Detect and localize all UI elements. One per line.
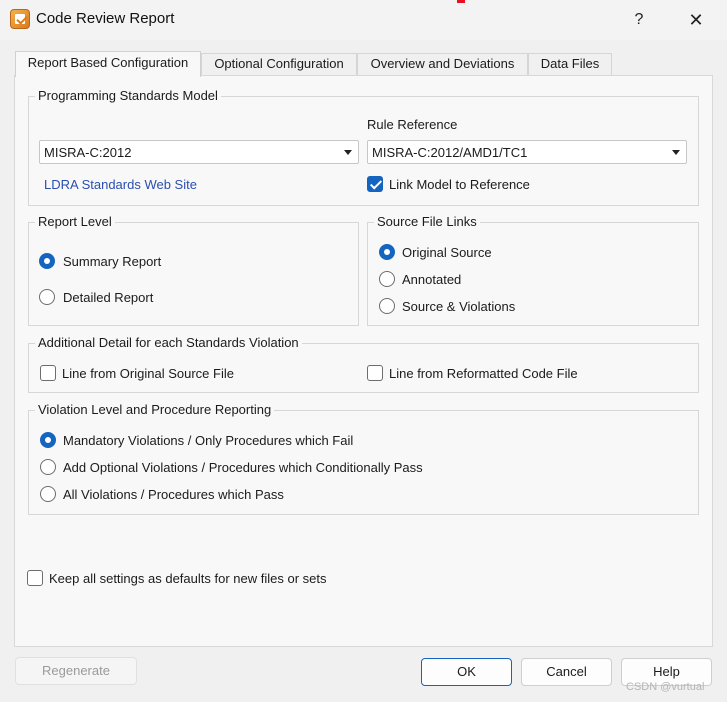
violation-level-group: Violation Level and Procedure Reporting … (28, 402, 699, 515)
rule-reference-label: Rule Reference (367, 117, 458, 132)
link-model-checkbox[interactable] (367, 176, 383, 192)
tab-report-based-configuration[interactable]: Report Based Configuration (15, 51, 201, 77)
app-icon (10, 9, 30, 29)
report-level-group: Report Level Summary Report Detailed Rep… (28, 214, 359, 326)
chevron-down-icon (344, 150, 352, 155)
group-title: Programming Standards Model (35, 88, 221, 103)
keep-defaults-checkbox[interactable] (27, 570, 43, 586)
cancel-button[interactable]: Cancel (521, 658, 612, 686)
decorative-marker (457, 0, 465, 3)
all-violations-label: All Violations / Procedures which Pass (63, 487, 284, 502)
link-model-label: Link Model to Reference (389, 177, 530, 192)
watermark-text: CSDN @vurtual (626, 681, 705, 693)
standards-model-select[interactable]: MISRA-C:2012 (39, 140, 359, 164)
tab-data-files[interactable]: Data Files (528, 53, 612, 75)
source-violations-radio[interactable] (379, 298, 395, 314)
group-title: Source File Links (374, 214, 480, 229)
group-title: Report Level (35, 214, 115, 229)
programming-standards-group: Programming Standards Model Rule Referen… (28, 88, 699, 206)
annotated-label: Annotated (402, 272, 462, 287)
optional-violations-radio[interactable] (40, 459, 56, 475)
rule-reference-value: MISRA-C:2012/AMD1/TC1 (372, 145, 528, 160)
window-title: Code Review Report (36, 10, 175, 27)
chevron-down-icon (672, 150, 680, 155)
original-source-line-label: Line from Original Source File (62, 366, 234, 381)
summary-report-radio[interactable] (39, 253, 55, 269)
detailed-report-radio[interactable] (39, 289, 55, 305)
ok-button[interactable]: OK (421, 658, 512, 686)
detailed-report-label: Detailed Report (63, 290, 154, 305)
reformatted-code-line-checkbox[interactable] (367, 365, 383, 381)
optional-violations-label: Add Optional Violations / Procedures whi… (63, 460, 423, 475)
group-title: Additional Detail for each Standards Vio… (35, 335, 302, 350)
original-source-line-checkbox[interactable] (40, 365, 56, 381)
source-violations-label: Source & Violations (402, 299, 516, 314)
close-icon-button[interactable]: ✕ (678, 6, 714, 34)
standards-model-value: MISRA-C:2012 (44, 145, 132, 160)
mandatory-violations-label: Mandatory Violations / Only Procedures w… (63, 433, 354, 448)
summary-report-label: Summary Report (63, 254, 162, 269)
tab-overview-and-deviations[interactable]: Overview and Deviations (357, 53, 528, 75)
original-source-label: Original Source (402, 245, 492, 260)
reformatted-code-line-label: Line from Reformatted Code File (389, 366, 578, 381)
tab-panel: Programming Standards Model Rule Referen… (14, 75, 713, 647)
source-file-links-group: Source File Links Original Source Annota… (367, 214, 699, 326)
additional-detail-group: Additional Detail for each Standards Vio… (28, 335, 699, 393)
help-icon-button[interactable]: ? (622, 6, 656, 34)
original-source-radio[interactable] (379, 244, 395, 260)
group-title: Violation Level and Procedure Reporting (35, 402, 275, 417)
mandatory-violations-radio[interactable] (40, 432, 56, 448)
all-violations-radio[interactable] (40, 486, 56, 502)
tab-optional-configuration[interactable]: Optional Configuration (201, 53, 357, 75)
ldra-standards-link[interactable]: LDRA Standards Web Site (44, 177, 197, 192)
annotated-radio[interactable] (379, 271, 395, 287)
regenerate-button[interactable]: Regenerate (15, 657, 137, 685)
rule-reference-select[interactable]: MISRA-C:2012/AMD1/TC1 (367, 140, 687, 164)
keep-defaults-label: Keep all settings as defaults for new fi… (49, 571, 327, 586)
title-bar: Code Review Report ? ✕ (0, 0, 727, 40)
